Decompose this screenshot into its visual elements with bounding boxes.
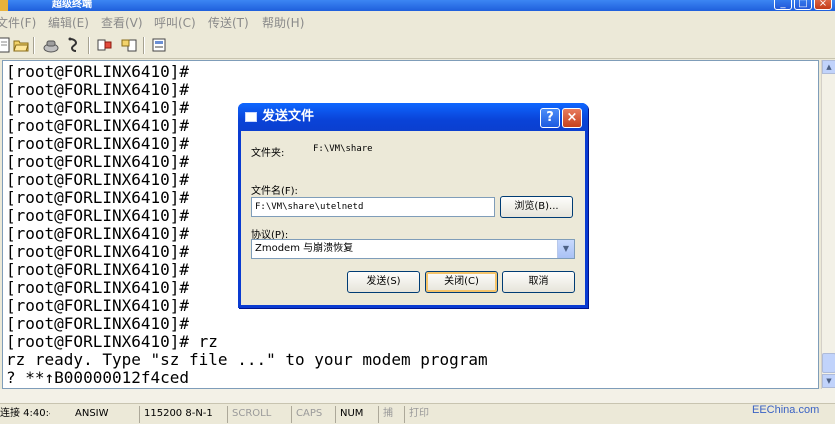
menu-transfer[interactable]: 传送(T) bbox=[208, 14, 249, 31]
terminal-line: [root@FORLINX6410]# bbox=[6, 62, 190, 81]
vertical-scrollbar[interactable]: ▲ ▼ bbox=[821, 60, 835, 389]
toolbar-separator bbox=[88, 37, 90, 54]
receive-icon[interactable] bbox=[121, 37, 137, 53]
help-icon[interactable]: ? bbox=[540, 108, 560, 128]
disconnect-icon[interactable] bbox=[65, 37, 81, 53]
scroll-thumb[interactable] bbox=[822, 353, 835, 373]
menu-edit[interactable]: 编辑(E) bbox=[48, 14, 89, 31]
dialog-body: 文件夹: F:\VM\share 文件名(F): F:\VM\share\ute… bbox=[241, 131, 585, 305]
filename-input[interactable]: F:\VM\share\utelnetd bbox=[251, 197, 495, 217]
status-connection: 连接 4:40:45 bbox=[0, 408, 50, 419]
menu-view[interactable]: 查看(V) bbox=[101, 14, 143, 31]
new-icon[interactable] bbox=[0, 37, 12, 53]
app-icon bbox=[0, 0, 8, 11]
status-print: 打印 bbox=[404, 406, 444, 423]
properties-icon[interactable] bbox=[151, 37, 167, 53]
send-button[interactable]: 发送(S) bbox=[347, 271, 420, 293]
maximize-button[interactable]: □ bbox=[794, 0, 812, 10]
menu-file[interactable]: 文件(F) bbox=[0, 14, 36, 31]
toolbar-separator bbox=[143, 37, 145, 54]
status-scroll: SCROLL bbox=[227, 406, 289, 423]
terminal-line: [root@FORLINX6410]# bbox=[6, 80, 190, 99]
toolbar bbox=[0, 32, 835, 59]
menu-bar: 文件(F) 编辑(E) 查看(V) 呼叫(C) 传送(T) 帮助(H) bbox=[0, 11, 835, 32]
scroll-down-icon[interactable]: ▼ bbox=[822, 374, 835, 388]
open-icon[interactable] bbox=[13, 37, 29, 53]
dialog-icon bbox=[245, 112, 257, 122]
dialog-title: 发送文件 bbox=[262, 109, 315, 124]
filename-label: 文件名(F): bbox=[251, 186, 298, 197]
terminal-line: rz ready. Type "sz file ..." to your mod… bbox=[6, 350, 488, 369]
status-bar: 连接 4:40:45 ANSIW 115200 8-N-1 SCROLL CAP… bbox=[0, 403, 835, 424]
chevron-down-icon[interactable]: ▼ bbox=[557, 240, 574, 258]
terminal-line: ? **↑B00000012f4ced bbox=[6, 368, 190, 387]
send-file-dialog: 发送文件 ? × 文件夹: F:\VM\share 文件名(F): F:\VM\… bbox=[238, 103, 588, 308]
folder-label: 文件夹: bbox=[251, 148, 285, 159]
dialog-titlebar: 发送文件 ? × bbox=[238, 103, 588, 131]
horizontal-scrollbar[interactable] bbox=[0, 389, 835, 403]
menu-help[interactable]: 帮助(H) bbox=[262, 14, 304, 31]
status-emulation: ANSIW bbox=[75, 408, 109, 419]
phone-icon[interactable] bbox=[43, 37, 59, 53]
terminal-line: [root@FORLINX6410]# bbox=[6, 314, 190, 333]
folder-value: F:\VM\share bbox=[313, 144, 373, 154]
window-titlebar: 超级终端 _ □ × bbox=[0, 0, 835, 11]
dialog-close-icon[interactable]: × bbox=[562, 108, 582, 128]
window-title: 超级终端 bbox=[52, 0, 92, 10]
terminal-line: [root@FORLINX6410]# rz bbox=[6, 332, 218, 351]
scroll-up-icon[interactable]: ▲ bbox=[822, 60, 835, 74]
protocol-select[interactable]: Zmodem 与崩溃恢复 ▼ bbox=[251, 239, 575, 259]
close-button[interactable]: 关闭(C) bbox=[425, 271, 498, 293]
watermark-logo: EEChina.com bbox=[752, 404, 820, 416]
minimize-button[interactable]: _ bbox=[774, 0, 792, 10]
status-caps: CAPS bbox=[291, 406, 333, 423]
browse-button[interactable]: 浏览(B)... bbox=[500, 196, 573, 218]
status-baud: 115200 8-N-1 bbox=[139, 406, 223, 423]
close-window-button[interactable]: × bbox=[814, 0, 832, 10]
status-capture: 捕 bbox=[378, 406, 402, 423]
send-icon[interactable] bbox=[97, 37, 113, 53]
toolbar-separator bbox=[33, 37, 35, 54]
status-num: NUM bbox=[335, 406, 375, 423]
menu-call[interactable]: 呼叫(C) bbox=[154, 14, 196, 31]
protocol-value: Zmodem 与崩溃恢复 bbox=[255, 243, 354, 254]
cancel-button[interactable]: 取消 bbox=[502, 271, 575, 293]
